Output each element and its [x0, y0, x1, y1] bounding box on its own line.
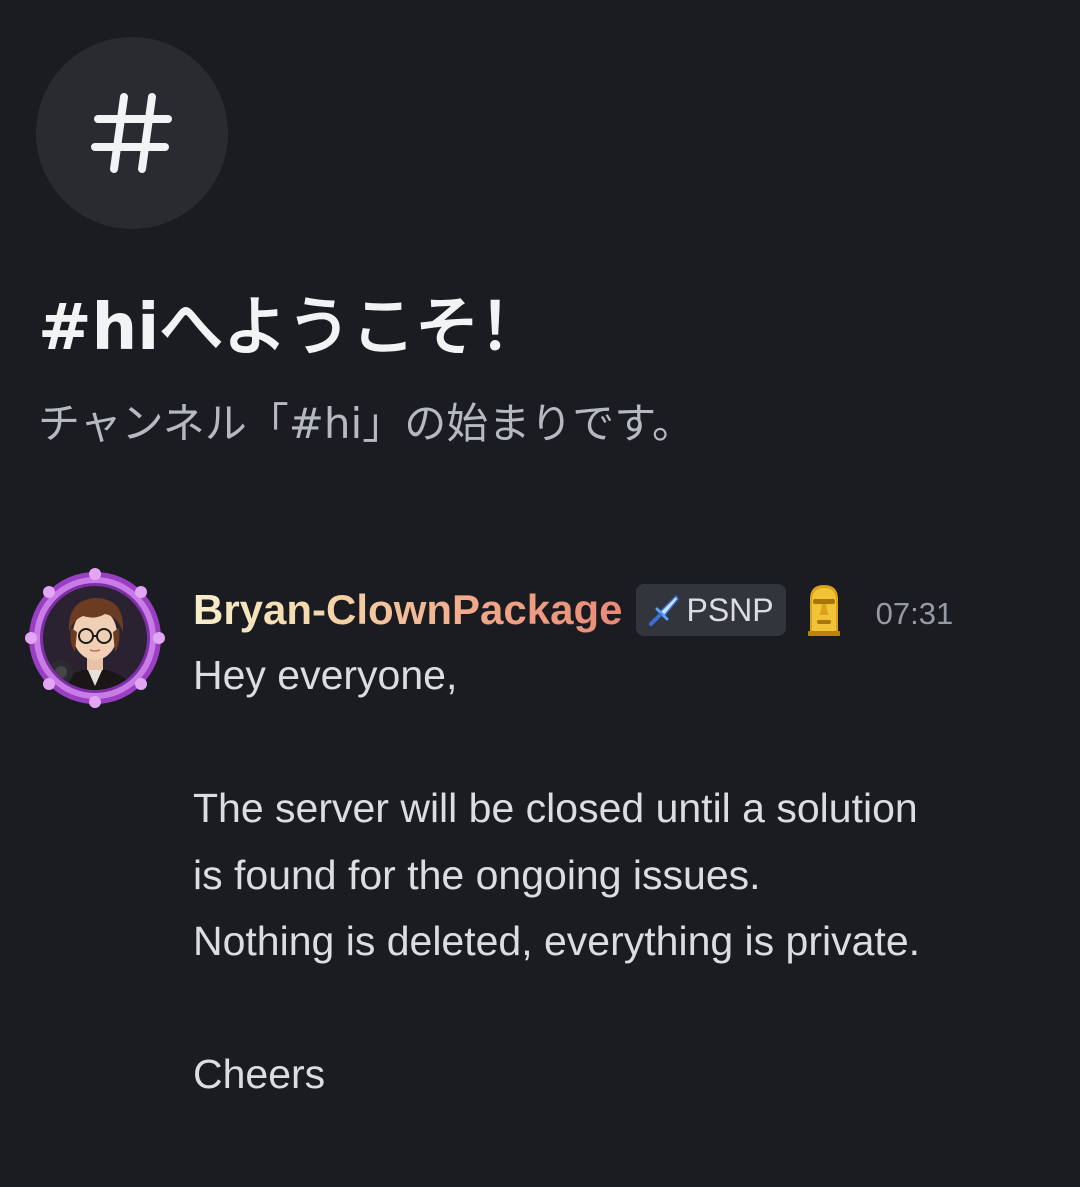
- avatar-image: [25, 568, 165, 708]
- message-line: is found for the ongoing issues.: [193, 851, 761, 898]
- message-content: Hey everyone, The server will be closed …: [193, 642, 1053, 1108]
- message-line: Hey everyone,: [193, 652, 458, 698]
- message-line: Nothing is deleted, everything is privat…: [193, 918, 921, 964]
- channel-welcome-subtitle: チャンネル「#hi」の始まりです。: [38, 399, 695, 448]
- message-line: Cheers: [193, 1051, 326, 1097]
- message-line: [193, 709, 1053, 776]
- chat-view: #hiへようこそ！ チャンネル「#hi」の始まりです。 Bryan-ClownP…: [0, 0, 1080, 1187]
- channel-welcome-title: #hiへようこそ！: [38, 291, 544, 365]
- server-tag[interactable]: PSNP: [636, 584, 786, 636]
- channel-icon-badge: [36, 37, 228, 229]
- message-timestamp: 07:31: [875, 596, 954, 631]
- message-header: Bryan-ClownPackage PSNP 07:31: [193, 580, 953, 640]
- hashtag-icon: [91, 93, 172, 173]
- message-line: [193, 975, 1053, 1042]
- avatar[interactable]: [25, 568, 165, 708]
- sword-icon: [649, 595, 680, 626]
- message-author[interactable]: Bryan-ClownPackage: [193, 580, 622, 640]
- server-tag-label: PSNP: [686, 592, 774, 628]
- moai-icon: [807, 585, 840, 636]
- message-line: The server will be closed until a soluti…: [193, 785, 918, 831]
